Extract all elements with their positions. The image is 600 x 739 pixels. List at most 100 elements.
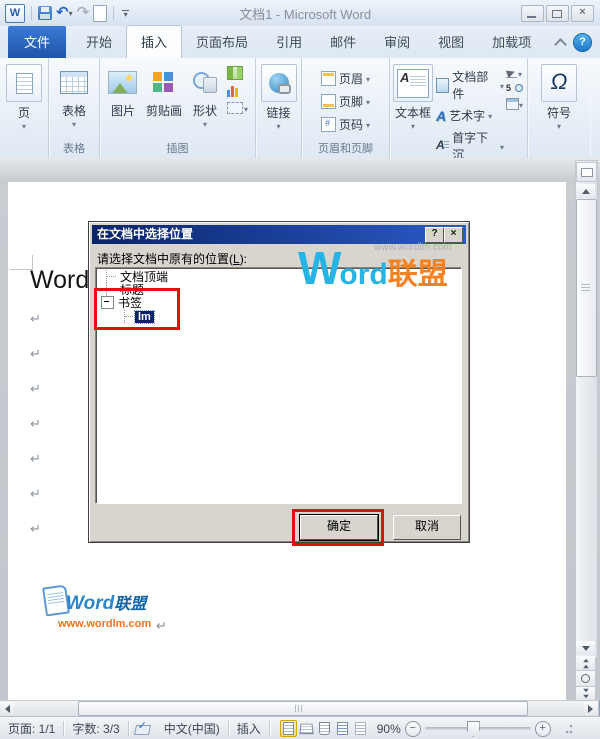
spellcheck-icon[interactable] [135, 723, 150, 734]
customize-qat-icon[interactable]: ▾ [120, 10, 129, 17]
paragraph-mark: ↵ [30, 486, 41, 502]
language-indicator[interactable]: 中文(中国) [156, 720, 228, 737]
signature-line-icon[interactable] [506, 68, 518, 78]
clipart-button[interactable]: 剪贴画 [143, 62, 185, 121]
scroll-up-button[interactable] [576, 184, 595, 198]
links-button[interactable]: 链接 ▾ [258, 62, 300, 132]
group-label [256, 142, 301, 158]
restore-button[interactable] [546, 5, 569, 22]
tab-review[interactable]: 审阅 [370, 26, 424, 58]
help-icon[interactable]: ? [573, 33, 592, 52]
minimize-button[interactable] [521, 5, 544, 22]
divider [113, 6, 114, 20]
object-icon[interactable] [506, 98, 519, 110]
logo-word-text: Word [66, 593, 114, 614]
shapes-label: 形状 [193, 102, 217, 119]
quick-parts-button[interactable]: 文档部件▾ [436, 68, 504, 102]
word-app-icon[interactable]: W [5, 4, 25, 23]
dialog-close-button[interactable]: × [444, 227, 463, 243]
save-icon[interactable] [38, 6, 52, 20]
insert-mode-indicator[interactable]: 插入 [229, 720, 269, 737]
pages-label: 页 [18, 104, 30, 121]
zoom-in-button[interactable]: + [535, 721, 551, 737]
tab-page-layout[interactable]: 页面布局 [182, 26, 262, 58]
tab-file[interactable]: 文件 [8, 26, 66, 58]
wordlm-logo: Word联盟 www.wordlm.com [44, 580, 184, 640]
cancel-button[interactable]: 取消 [393, 515, 461, 540]
table-label: 表格 [62, 102, 86, 119]
ruler-toggle-button[interactable] [576, 162, 597, 182]
picture-icon [108, 71, 137, 94]
textbox-button[interactable]: 文本框 ▾ [390, 62, 436, 132]
scroll-right-button[interactable] [584, 702, 597, 715]
word-count[interactable]: 字数: 3/3 [64, 720, 127, 737]
tab-view[interactable]: 视图 [424, 26, 478, 58]
scroll-left-button[interactable] [1, 702, 14, 715]
shapes-button[interactable]: 形状 ▾ [185, 62, 225, 130]
page-number-button[interactable]: 页码▾ [321, 116, 370, 133]
header-icon [321, 71, 336, 86]
new-document-icon[interactable] [93, 5, 107, 22]
smartart-icon[interactable] [227, 66, 243, 80]
chart-icon[interactable] [227, 85, 240, 97]
table-button[interactable]: 表格 ▾ [54, 62, 94, 130]
group-text: 文本框 ▾ 文档部件▾ A艺术字▾ 首字下沉▾ ▾ 5 ▾ 文本 [390, 58, 528, 158]
screenshot-icon[interactable] [227, 102, 243, 114]
page-indicator[interactable]: 页面: 1/1 [0, 720, 63, 737]
tab-insert[interactable]: 插入 [126, 25, 182, 58]
footer-button[interactable]: 页脚▾ [321, 93, 370, 110]
date-time-icon[interactable]: 5 [506, 83, 523, 93]
clipart-icon [153, 72, 174, 93]
pages-button[interactable]: 页 ▾ [3, 62, 45, 132]
web-layout-view-button[interactable] [316, 720, 333, 737]
zoom-out-button[interactable]: − [405, 721, 421, 737]
document-heading-text[interactable]: Word [30, 266, 89, 295]
print-layout-view-button[interactable] [280, 720, 297, 737]
tree-connector [106, 270, 118, 283]
vertical-scroll-thumb[interactable] [576, 199, 597, 377]
group-label-tables: 表格 [49, 142, 99, 158]
fullscreen-reading-view-button[interactable] [298, 720, 315, 737]
paragraph-mark: ↵ [30, 451, 41, 467]
outline-view-button[interactable] [334, 720, 351, 737]
group-label [528, 142, 590, 158]
tab-mailings[interactable]: 邮件 [316, 26, 370, 58]
status-bar: 页面: 1/1 字数: 3/3 中文(中国) 插入 90% − + [0, 716, 600, 739]
ribbon: 页 ▾ 表格 ▾ 表格 图片 [0, 58, 600, 159]
word-window: W ↶ ▾ ↷ ▾ 文档1 - Microsoft Word × 文件 开始 插… [0, 0, 600, 739]
draft-view-button[interactable] [352, 720, 369, 737]
chevron-down-icon[interactable]: ▾ [69, 9, 73, 18]
header-label: 页眉 [339, 70, 363, 87]
next-page-button[interactable] [576, 687, 595, 700]
group-label [0, 142, 48, 158]
previous-page-button[interactable] [576, 656, 595, 670]
chevron-down-icon: ▾ [366, 99, 370, 106]
symbol-button[interactable]: Ω 符号 ▾ [538, 62, 580, 132]
tab-addins[interactable]: 加载项 [478, 26, 545, 58]
tab-references[interactable]: 引用 [262, 26, 316, 58]
undo-icon[interactable]: ↶ [56, 6, 69, 20]
undo-button[interactable]: ↶ ▾ [56, 6, 73, 20]
tab-home[interactable]: 开始 [72, 26, 126, 58]
page-number-icon [321, 117, 336, 132]
select-browse-object-button[interactable] [576, 671, 595, 686]
redo-icon: ↷ [77, 6, 90, 20]
wordart-icon: A [436, 108, 446, 124]
horizontal-scroll-thumb[interactable] [78, 701, 528, 716]
resize-grip[interactable] [563, 724, 573, 734]
group-label-illustrations: 插图 [100, 142, 255, 158]
collapse-ribbon-icon[interactable] [554, 38, 567, 51]
ribbon-tab-bar: 文件 开始 插入 页面布局 引用 邮件 审阅 视图 加载项 ? [0, 26, 600, 58]
header-button[interactable]: 页眉▾ [321, 70, 370, 87]
picture-button[interactable]: 图片 [103, 62, 143, 121]
footer-icon [321, 94, 336, 109]
wordart-button[interactable]: A艺术字▾ [436, 107, 504, 124]
scroll-down-button[interactable] [576, 641, 595, 655]
annotation-box-ok [292, 509, 384, 546]
close-button[interactable]: × [571, 5, 594, 22]
dialog-help-button[interactable]: ? [425, 227, 444, 243]
zoom-slider[interactable] [425, 727, 531, 730]
zoom-level[interactable]: 90% [377, 722, 401, 736]
zoom-slider-thumb[interactable] [467, 721, 480, 737]
chevron-down-icon: ▾ [244, 106, 248, 113]
